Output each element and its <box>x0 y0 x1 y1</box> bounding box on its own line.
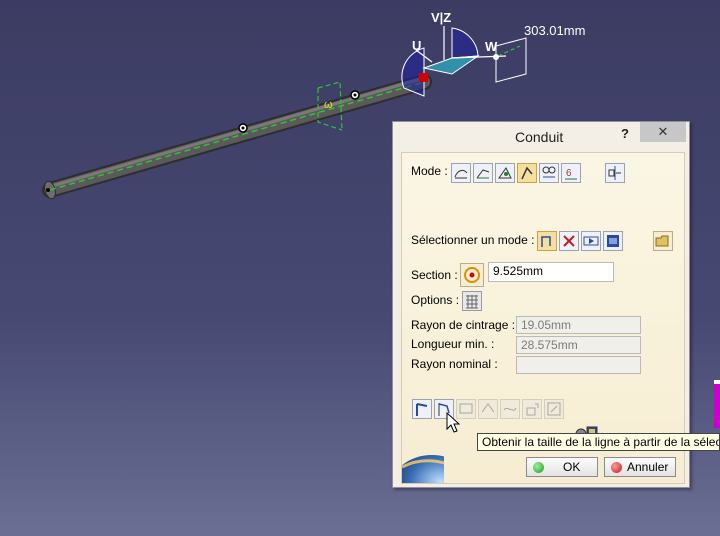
right-edge-partial-object[interactable] <box>714 380 720 428</box>
mode-point-icon[interactable] <box>495 163 515 183</box>
mode-slope-icon[interactable]: 6 <box>561 163 581 183</box>
mode-line-icon[interactable] <box>451 163 471 183</box>
tube-geometry[interactable] <box>42 74 432 200</box>
mode-spline-icon[interactable] <box>473 163 493 183</box>
nominal-radius-field <box>516 356 641 374</box>
tool-disabled-2-icon[interactable] <box>478 399 498 419</box>
options-label: Options : <box>411 293 460 307</box>
select-database-icon[interactable] <box>603 231 623 251</box>
line-size-icon[interactable] <box>412 399 432 419</box>
compass-manipulator[interactable] <box>401 26 527 97</box>
select-mode-label: Sélectionner un mode : <box>411 233 535 247</box>
tool-disabled-3-icon[interactable] <box>500 399 520 419</box>
cancel-label: Annuler <box>627 460 669 474</box>
bend-radius-field: 19.05mm <box>516 316 641 334</box>
svg-text:ω: ω <box>324 99 333 111</box>
axis-label-u: U <box>412 38 422 53</box>
close-button[interactable]: ✕ <box>640 122 686 142</box>
tool-disabled-4-icon[interactable] <box>522 399 542 419</box>
axis-label-w: W <box>485 39 498 54</box>
globe-decoration-icon <box>402 455 444 483</box>
mode-route-icon[interactable] <box>517 163 537 183</box>
options-table-icon[interactable] <box>462 291 482 311</box>
cancel-button[interactable]: Annuler <box>604 457 676 477</box>
dialog-title: Conduit <box>515 129 564 145</box>
select-cancel-icon[interactable] <box>559 231 579 251</box>
tool-disabled-5-icon[interactable] <box>544 399 564 419</box>
min-length-label: Longueur min. : <box>411 337 495 351</box>
dimension-readout[interactable]: 303.01mm <box>518 20 596 42</box>
select-route-icon[interactable] <box>537 231 557 251</box>
section-target-icon[interactable] <box>460 263 484 287</box>
axis-label-vz: V|Z <box>431 10 452 25</box>
svg-text:6: 6 <box>566 168 572 179</box>
ok-icon <box>533 462 544 473</box>
bend-radius-label: Rayon de cintrage : <box>411 318 516 332</box>
section-label: Section : <box>411 268 458 282</box>
cancel-icon <box>611 462 622 473</box>
mouse-cursor-icon <box>446 412 460 433</box>
ok-button[interactable]: OK <box>526 457 598 477</box>
help-button[interactable]: ? <box>621 126 629 141</box>
folder-open-icon[interactable] <box>653 231 673 251</box>
mode-break-icon[interactable] <box>605 163 625 183</box>
tooltip: Obtenir la taille de la ligne à partir d… <box>477 433 720 451</box>
ok-label: OK <box>563 460 581 474</box>
nominal-radius-label: Rayon nominal : <box>411 357 498 371</box>
select-play-icon[interactable] <box>581 231 601 251</box>
centerline <box>49 81 425 191</box>
mode-label: Mode : <box>411 164 448 178</box>
section-field[interactable]: 9.525mm <box>488 262 614 282</box>
mode-offset-icon[interactable] <box>539 163 559 183</box>
dialog-titlebar[interactable]: Conduit ? ✕ <box>393 122 689 150</box>
min-length-field: 28.575mm <box>516 336 641 354</box>
